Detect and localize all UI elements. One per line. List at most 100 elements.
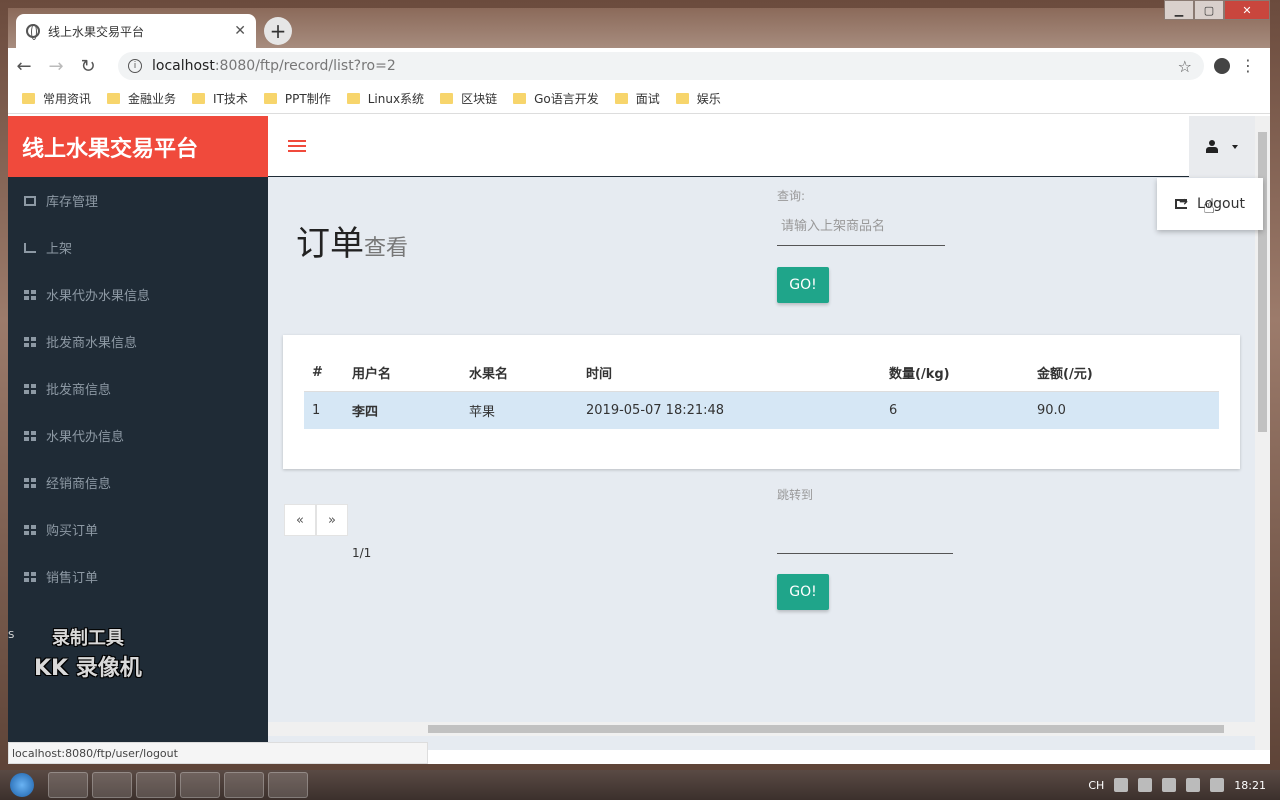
browser-menu-icon[interactable]: ⋮ — [1240, 56, 1256, 75]
monitor-icon — [24, 195, 36, 206]
taskbar-app-5[interactable] — [224, 772, 264, 798]
bookmark-item[interactable]: PPT制作 — [263, 90, 331, 107]
close-tab-icon[interactable]: ✕ — [234, 23, 246, 39]
window-controls: ▁ ▢ ✕ — [1164, 0, 1270, 20]
network-icon[interactable] — [1210, 778, 1225, 792]
clock[interactable]: 18:21 — [1234, 779, 1266, 792]
sidebar-item[interactable]: 库存管理 — [8, 177, 268, 224]
reload-button[interactable]: ↻ — [72, 56, 104, 77]
maximize-button[interactable]: ▢ — [1194, 0, 1224, 20]
brand-title[interactable]: 线上水果交易平台 — [8, 116, 268, 177]
sidebar-item[interactable]: 销售订单 — [8, 553, 268, 600]
table-cell: 李四 — [352, 391, 469, 429]
prev-page-button[interactable]: « — [284, 504, 316, 536]
bookmark-label: Go语言开发 — [534, 92, 599, 106]
browser-tab[interactable]: 线上水果交易平台 ✕ — [16, 14, 256, 48]
taskbar-chrome[interactable] — [48, 772, 88, 798]
taskbar-app-6[interactable] — [268, 772, 308, 798]
table-row[interactable]: 1 李四 苹果 2019-05-07 18:21:48 6 90.0 — [304, 391, 1219, 429]
new-tab-button[interactable]: + — [264, 17, 292, 45]
bookmark-label: 面试 — [635, 92, 660, 106]
bookmark-item[interactable]: 金融业务 — [107, 90, 176, 107]
column-header[interactable]: 水果名 — [469, 355, 586, 392]
sidebar-item-label: 上架 — [46, 242, 73, 257]
start-button[interactable] — [0, 770, 44, 800]
sidebar-item[interactable]: 购买订单 — [8, 506, 268, 553]
bookmark-item[interactable]: 区块链 — [440, 90, 497, 107]
sidebar-item-label: 库存管理 — [46, 195, 99, 210]
tray-icon[interactable] — [1114, 778, 1129, 792]
bookmark-label: 金融业务 — [128, 92, 177, 106]
grid-icon — [24, 524, 36, 535]
minimize-button[interactable]: ▁ — [1164, 0, 1194, 20]
sidebar-item[interactable]: 水果代办信息 — [8, 412, 268, 459]
jump-label: 跳转到 — [777, 488, 814, 502]
folder-icon — [263, 93, 277, 104]
bookmark-item[interactable]: Go语言开发 — [513, 90, 599, 107]
taskbar-app-4[interactable] — [180, 772, 220, 798]
bookmark-item[interactable]: 常用资讯 — [22, 90, 91, 107]
browser-window: 线上水果交易平台 ✕ + ▁ ▢ ✕ ← → ↻ i localhost:808… — [8, 0, 1270, 764]
sidebar-item-label: 水果代办信息 — [46, 430, 125, 445]
volume-icon[interactable] — [1186, 778, 1201, 792]
taskbar-app-3[interactable] — [136, 772, 176, 798]
sidebar-item-label: 批发商水果信息 — [46, 336, 138, 351]
folder-icon — [440, 93, 454, 104]
column-header[interactable]: # — [304, 355, 352, 392]
sidebar-item[interactable]: 批发商水果信息 — [8, 318, 268, 365]
horizontal-scrollbar[interactable] — [268, 722, 1255, 736]
sidebar-item-label: 购买订单 — [46, 524, 99, 539]
grid-icon — [24, 477, 36, 488]
top-bar: Logout ☝ — [268, 116, 1263, 230]
search-go-button[interactable]: GO! — [777, 267, 829, 303]
taskbar-explorer[interactable] — [92, 772, 132, 798]
jump-page-input[interactable] — [777, 514, 953, 554]
bookmark-label: IT技术 — [213, 92, 248, 106]
bookmark-item[interactable]: Linux系统 — [346, 90, 424, 107]
info-icon[interactable]: i — [128, 59, 142, 73]
grid-icon — [24, 571, 36, 582]
column-header[interactable]: 用户名 — [352, 355, 469, 392]
orders-table: # 用户名 水果名 时间 数量(/kg) 金额(/元) 1 李四 苹果 2019-05-07 1… — [304, 355, 1219, 429]
table-cell: 1 — [304, 391, 352, 429]
address-bar[interactable]: i localhost:8080/ftp/record/list?ro=2 ☆ — [118, 52, 1204, 80]
table-cell: 6 — [889, 391, 1037, 429]
menu-toggle-icon[interactable] — [288, 140, 306, 152]
user-menu-button[interactable] — [1189, 116, 1255, 177]
sidebar-item[interactable]: 上架 — [8, 224, 268, 271]
status-bar-url: localhost:8080/ftp/user/logout — [8, 742, 428, 764]
bookmark-item[interactable]: IT技术 — [192, 90, 248, 107]
sidebar: 线上水果交易平台 库存管理上架水果代办水果信息 批发商水果信息 批发商信息水果代办信… — [8, 116, 268, 750]
system-tray: CH 18:21 — [1088, 770, 1280, 800]
folder-icon — [107, 93, 121, 104]
close-window-button[interactable]: ✕ — [1224, 0, 1270, 20]
table-cell: 90.0 — [1037, 391, 1219, 429]
sidebar-item[interactable]: 水果代办水果信息 — [8, 271, 268, 318]
bookmark-star-icon[interactable]: ☆ — [1178, 57, 1192, 76]
column-header[interactable]: 数量(/kg) — [889, 355, 1037, 392]
extension-icon[interactable] — [1214, 58, 1230, 74]
tray-icon[interactable] — [1162, 778, 1177, 792]
next-page-button[interactable]: » — [316, 504, 348, 536]
table-cell: 2019-05-07 18:21:48 — [586, 391, 889, 429]
forward-button[interactable]: → — [40, 56, 72, 77]
stray-text: S — [8, 630, 15, 641]
tray-icon[interactable] — [1138, 778, 1153, 792]
jump-go-button[interactable]: GO! — [777, 574, 829, 610]
bookmark-label: 常用资讯 — [43, 92, 92, 106]
sidebar-item-label: 水果代办水果信息 — [46, 289, 151, 304]
search-input[interactable] — [777, 208, 945, 246]
sidebar-nav: 库存管理上架水果代办水果信息 批发商水果信息 批发商信息水果代办信息经销商信息购买订… — [8, 177, 268, 600]
input-language[interactable]: CH — [1088, 779, 1104, 792]
back-button[interactable]: ← — [8, 56, 40, 77]
taskbar: CH 18:21 — [0, 770, 1280, 800]
folder-icon — [192, 93, 206, 104]
url-text: localhost:8080/ftp/record/list?ro=2 — [152, 58, 396, 74]
sidebar-item[interactable]: 经销商信息 — [8, 459, 268, 506]
sidebar-item-label: 批发商信息 — [46, 383, 112, 398]
sidebar-item[interactable]: 批发商信息 — [8, 365, 268, 412]
column-header[interactable]: 时间 — [586, 355, 889, 392]
bookmark-item[interactable]: 面试 — [614, 90, 660, 107]
bookmark-item[interactable]: 娱乐 — [675, 90, 721, 107]
column-header[interactable]: 金额(/元) — [1037, 355, 1219, 392]
